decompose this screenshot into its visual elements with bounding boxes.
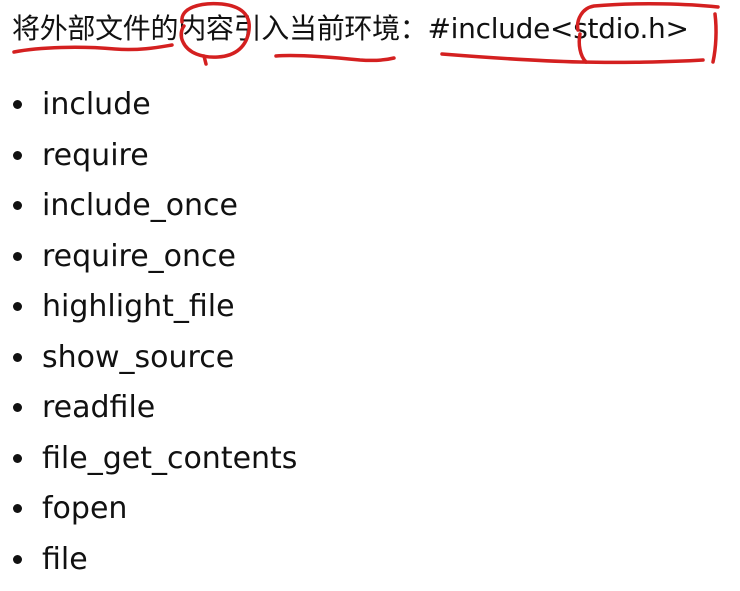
list-item: highlight_file — [12, 282, 297, 333]
heading-header-open: < — [550, 12, 574, 45]
list-item-label: readfile — [42, 390, 156, 425]
bullet-icon — [13, 251, 22, 261]
heading-header-close: > — [665, 12, 689, 45]
list-item-label: include — [42, 87, 151, 122]
bullet-icon — [13, 352, 22, 362]
circle-tail-annotation — [202, 54, 208, 66]
list-item: file — [12, 535, 297, 586]
list-item: require — [12, 131, 297, 182]
bullet-icon — [13, 504, 22, 513]
bullet-icon — [13, 554, 22, 564]
heading-code-text: #include — [427, 12, 551, 45]
bullet-icon — [13, 150, 22, 160]
list-item: readfile — [12, 383, 297, 434]
list-item: include_once — [12, 181, 297, 232]
function-list: include require include_once require_onc… — [12, 80, 297, 585]
list-item: include — [12, 80, 297, 131]
heading-header-name: stdio.h — [573, 12, 666, 45]
bullet-icon — [13, 100, 22, 109]
bullet-icon — [13, 403, 22, 412]
bullet-icon — [13, 453, 22, 463]
heading-chinese-text: 将外部文件的内容引入当前环境： — [12, 12, 428, 45]
list-item: file_get_contents — [12, 434, 297, 485]
bracket-side-annotation — [711, 12, 718, 64]
bullet-icon — [13, 302, 22, 311]
list-item-label: highlight_file — [42, 289, 235, 324]
underline-annotation — [274, 53, 396, 63]
list-item-label: require_once — [42, 238, 236, 274]
list-item-label: show_source — [42, 339, 235, 375]
underline-annotation — [440, 52, 705, 65]
slide: 将外部文件的内容引入当前环境：#include<stdio.h> include… — [0, 0, 740, 591]
list-item: fopen — [12, 484, 297, 535]
list-item-label: file_get_contents — [42, 440, 298, 476]
bullet-icon — [13, 201, 22, 210]
list-item: require_once — [12, 232, 297, 283]
list-item-label: fopen — [42, 491, 128, 526]
list-item-label: require — [42, 137, 149, 173]
list-item: show_source — [12, 333, 297, 384]
list-item-label: include_once — [42, 188, 239, 223]
slide-heading: 将外部文件的内容引入当前环境：#include<stdio.h> — [12, 10, 689, 48]
list-item-label: file — [42, 541, 88, 577]
